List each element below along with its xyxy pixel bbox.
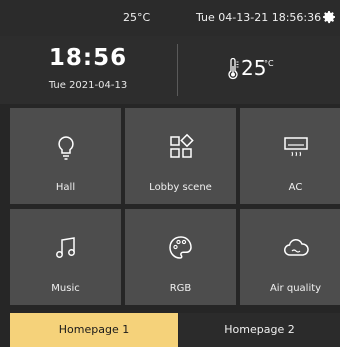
homepage-tabs: Homepage 1 Homepage 2 [10, 313, 340, 347]
palette-icon [168, 236, 192, 259]
scene-icon [169, 133, 194, 158]
tile-label: AC [288, 182, 303, 193]
header-divider [177, 44, 178, 96]
tile-hall[interactable]: Hall [10, 108, 121, 204]
tile-label: Lobby scene [149, 182, 212, 193]
header: 18:56 Tue 2021-04-13 25 °C [0, 36, 340, 104]
clock-date: Tue 2021-04-13 [48, 80, 128, 91]
status-temperature: 25°C [123, 11, 151, 24]
ac-icon [283, 137, 308, 157]
header-temperature-value: 25 [241, 56, 267, 80]
tile-label: RGB [169, 283, 192, 294]
bulb-icon [57, 136, 74, 160]
tile-label: Hall [55, 182, 76, 193]
tile-rgb[interactable]: RGB [125, 209, 236, 305]
device-grid: Hall Lobby scene AC Music RGB Air qualit… [10, 108, 340, 305]
tile-ac[interactable]: AC [240, 108, 340, 204]
tab-homepage-1[interactable]: Homepage 1 [10, 313, 178, 347]
gear-icon[interactable] [321, 9, 337, 25]
music-icon [55, 237, 75, 258]
thermometer-icon [228, 58, 239, 80]
status-bar: 25°C Tue 04-13-21 18:56:36 [0, 0, 340, 36]
status-datetime: Tue 04-13-21 18:56:36 [196, 11, 322, 24]
header-temperature-unit: °C [264, 59, 274, 68]
clock-time: 18:56 [48, 45, 128, 71]
tile-music[interactable]: Music [10, 209, 121, 305]
tile-lobby-scene[interactable]: Lobby scene [125, 108, 236, 204]
tile-air-quality[interactable]: Air quality [240, 209, 340, 305]
tile-label: Air quality [269, 283, 322, 294]
tile-label: Music [51, 283, 80, 294]
tab-homepage-2[interactable]: Homepage 2 [179, 313, 340, 347]
cloud-icon [283, 238, 309, 256]
